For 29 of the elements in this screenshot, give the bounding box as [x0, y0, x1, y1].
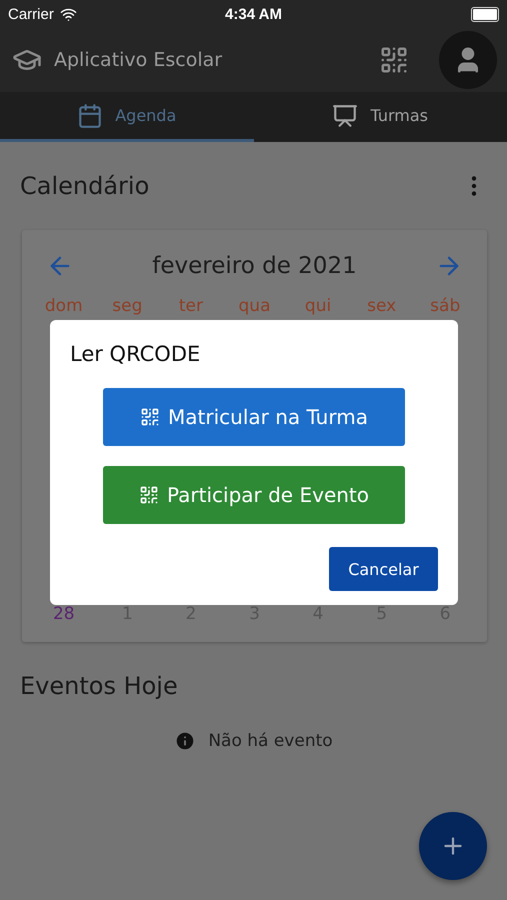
status-time: 4:34 AM [225, 6, 282, 22]
qr-action-button[interactable]: Matricular na Turma [103, 388, 405, 446]
battery-icon [471, 6, 499, 22]
carrier-label: Carrier [8, 6, 54, 22]
weekday-label: ter [178, 296, 203, 316]
weekday-label: qui [304, 296, 332, 316]
section-title: Calendário [20, 172, 150, 200]
weekday-label: dom [44, 296, 83, 316]
section-title: Eventos Hoje [20, 672, 178, 700]
cancel-button[interactable]: Cancelar [329, 547, 438, 591]
weekday-label: qua [238, 296, 270, 316]
month-title: fevereiro de 2021 [152, 253, 357, 279]
qr-action-button[interactable]: Participar de Evento [103, 466, 405, 524]
tab[interactable]: Agenda [0, 92, 254, 142]
dialog-title: Ler QRCODE [70, 342, 202, 366]
weekday-label: sex [367, 296, 396, 316]
qr-code-icon [138, 485, 159, 505]
presentation-icon [332, 102, 358, 128]
qr-code-icon [140, 407, 160, 427]
qr-code-icon[interactable] [379, 45, 409, 75]
info-icon [174, 730, 196, 752]
calendar-day[interactable]: 28 [52, 604, 75, 624]
tab[interactable]: Turmas [254, 92, 507, 142]
add-button[interactable] [419, 812, 487, 880]
weekday-label: sáb [430, 296, 460, 316]
empty-message: Não há evento [208, 731, 333, 751]
app-title: Aplicativo Escolar [54, 49, 224, 71]
calendar-icon [77, 102, 104, 128]
weekday-label: seg [112, 296, 142, 316]
